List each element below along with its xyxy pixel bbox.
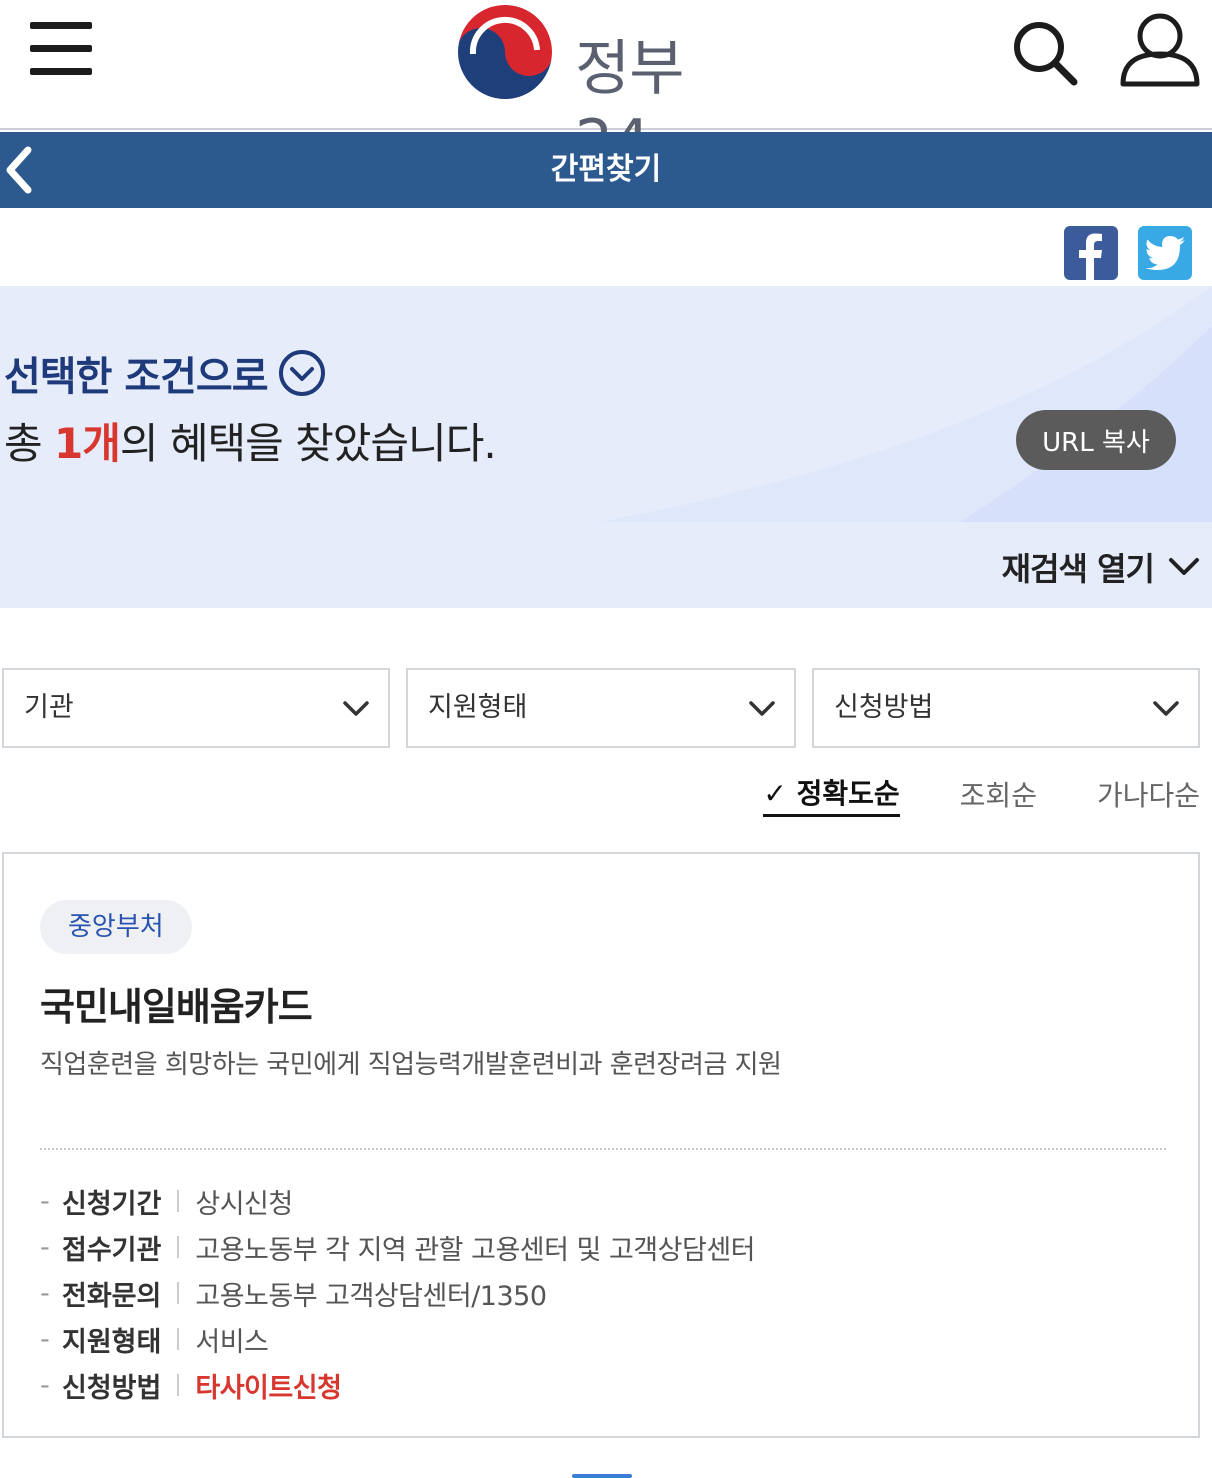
user-icon[interactable] <box>1118 12 1202 88</box>
benefit-info-list: - 신청기간 상시신청 - 접수기관 고용노동부 각 지역 관할 고용센터 및 … <box>40 1178 1160 1408</box>
filter-agency-select[interactable]: 기관 <box>2 668 390 748</box>
chevron-down-icon <box>749 701 775 716</box>
sort-accuracy[interactable]: ✓ 정확도순 <box>763 772 900 817</box>
twitter-icon[interactable] <box>1138 226 1192 280</box>
taegeuk-logo-icon <box>456 3 554 101</box>
facebook-icon[interactable] <box>1064 226 1118 280</box>
category-badge: 중앙부처 <box>40 900 192 954</box>
chevron-down-icon <box>1153 701 1179 716</box>
chevron-left-icon[interactable] <box>0 144 50 196</box>
sort-views[interactable]: 조회순 <box>960 774 1037 814</box>
info-label: 전화문의 <box>62 1280 162 1312</box>
check-icon: ✓ <box>763 776 787 810</box>
scroll-indicator <box>572 1474 632 1478</box>
info-row-apply-method: - 신청방법 타사이트신청 <box>40 1362 1160 1408</box>
share-buttons <box>1064 226 1192 280</box>
filter-support-type-select[interactable]: 지원형태 <box>406 668 796 748</box>
page-titlebar: 간편찾기 <box>0 132 1212 208</box>
info-label: 신청기간 <box>62 1188 162 1220</box>
result-prefix: 총 <box>4 419 54 468</box>
info-row-phone-inquiry: - 전화문의 고용노동부 고객상담센터/1350 <box>40 1270 1160 1316</box>
filter-label: 지원형태 <box>428 692 528 723</box>
research-open-button[interactable]: 재검색 열기 <box>1002 544 1200 590</box>
sort-alphabetical[interactable]: 가나다순 <box>1097 774 1200 814</box>
result-banner: 선택한 조건으로 총 1개의 혜택을 찾았습니다. URL 복사 재검색 열기 <box>0 286 1212 608</box>
info-row-support-type: - 지원형태 서비스 <box>40 1316 1160 1362</box>
condition-title-text: 선택한 조건으로 <box>4 354 269 400</box>
search-icon[interactable] <box>1010 18 1080 88</box>
condition-title: 선택한 조건으로 <box>4 344 326 402</box>
info-row-receiving-agency: - 접수기관 고용노동부 각 지역 관할 고용센터 및 고객상담센터 <box>40 1224 1160 1270</box>
info-row-apply-period: - 신청기간 상시신청 <box>40 1178 1160 1224</box>
top-header: 정부24 <box>0 0 1212 177</box>
result-summary: 총 1개의 혜택을 찾았습니다. <box>4 410 497 471</box>
benefit-description: 직업훈련을 희망하는 국민에게 직업능력개발훈련비과 훈련장려금 지원 <box>40 1050 782 1080</box>
filter-bar: 기관 지원형태 신청방법 <box>2 668 1200 748</box>
filter-apply-method-select[interactable]: 신청방법 <box>812 668 1200 748</box>
chevron-down-circle-icon[interactable] <box>278 349 326 397</box>
info-label: 지원형태 <box>62 1326 162 1358</box>
sort-accuracy-label: 정확도순 <box>796 776 900 810</box>
info-value: 고용노동부 각 지역 관할 고용센터 및 고객상담센터 <box>195 1234 756 1266</box>
filter-label: 신청방법 <box>834 692 934 723</box>
site-logo[interactable]: 정부24 <box>455 2 755 177</box>
benefit-card[interactable]: 중앙부처 국민내일배움카드 직업훈련을 희망하는 국민에게 직업능력개발훈련비과… <box>2 852 1200 1438</box>
hamburger-menu-icon[interactable] <box>30 22 94 78</box>
url-copy-button[interactable]: URL 복사 <box>1016 410 1176 470</box>
page-title: 간편찾기 <box>550 152 662 187</box>
info-value: 고용노동부 고객상담센터/1350 <box>195 1280 547 1312</box>
chevron-down-icon <box>1169 558 1199 575</box>
info-label: 접수기관 <box>62 1234 162 1266</box>
sort-options: ✓ 정확도순 조회순 가나다순 <box>763 772 1200 817</box>
chevron-down-icon <box>343 701 369 716</box>
filter-label: 기관 <box>24 692 74 723</box>
benefit-title[interactable]: 국민내일배움카드 <box>40 976 313 1031</box>
info-value: 서비스 <box>195 1326 269 1358</box>
result-count: 1개 <box>54 419 121 468</box>
result-suffix: 의 혜택을 찾았습니다. <box>119 419 497 468</box>
apply-method-link[interactable]: 타사이트신청 <box>195 1366 342 1405</box>
info-value: 상시신청 <box>195 1188 293 1220</box>
research-label: 재검색 열기 <box>1001 550 1155 588</box>
divider <box>40 1148 1166 1150</box>
info-label: 신청방법 <box>62 1372 162 1404</box>
